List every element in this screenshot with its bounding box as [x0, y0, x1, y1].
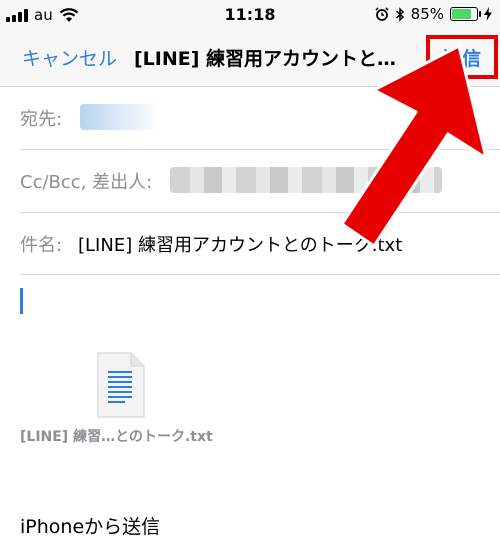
charging-icon	[484, 7, 492, 21]
battery-level	[452, 9, 471, 19]
status-bar: au 11:18 85%	[0, 0, 500, 30]
cc-bcc-label: Cc/Bcc, 差出人:	[20, 172, 153, 193]
alarm-icon	[375, 7, 389, 21]
status-right: 85%	[375, 5, 492, 23]
battery-percent: 85%	[410, 5, 444, 23]
text-file-icon[interactable]	[97, 352, 145, 418]
subject-label: 件名:	[20, 235, 63, 256]
to-recipient-redacted	[80, 104, 160, 130]
text-cursor	[20, 288, 23, 314]
email-signature: iPhoneから送信	[20, 516, 161, 538]
bluetooth-icon	[395, 6, 404, 22]
cancel-button[interactable]: キャンセル	[22, 44, 117, 71]
battery-icon	[450, 7, 481, 21]
attachment-name: [LINE] 練習…とのトーク.txt	[20, 429, 213, 445]
red-arrow-annotation	[340, 44, 488, 248]
to-label: 宛先:	[20, 109, 63, 130]
